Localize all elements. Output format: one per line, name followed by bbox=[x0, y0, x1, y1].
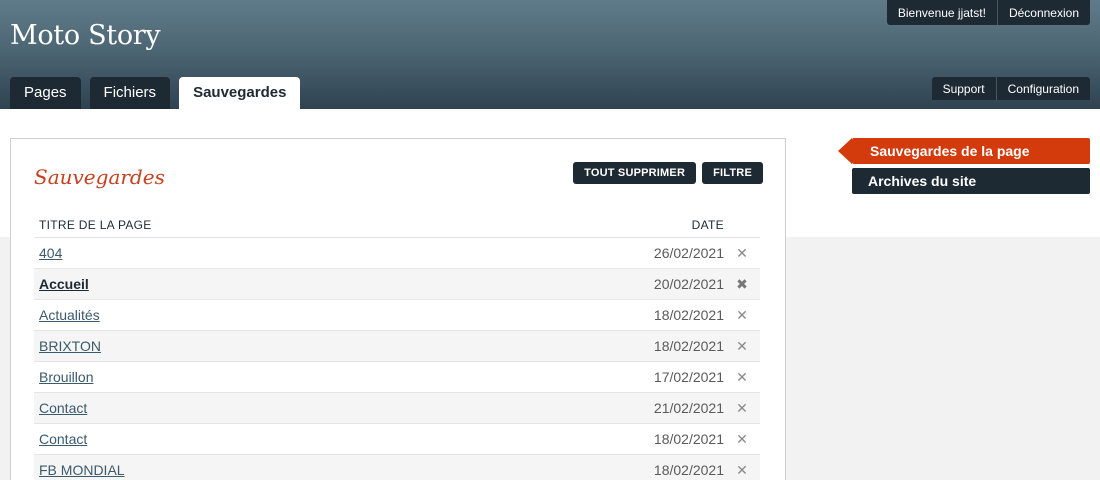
user-menu: Bienvenue jjatst! Déconnexion bbox=[886, 0, 1090, 25]
tab-fichiers[interactable]: Fichiers bbox=[89, 77, 171, 109]
page-title-link[interactable]: Accueil bbox=[34, 276, 624, 292]
backup-date: 18/02/2021 bbox=[653, 462, 724, 478]
page-title-link[interactable]: 404 bbox=[34, 245, 624, 261]
table-header: TITRE DE LA PAGE DATE bbox=[34, 212, 760, 238]
delete-all-button[interactable]: TOUT SUPPRIMER bbox=[573, 162, 697, 184]
backups-table: TITRE DE LA PAGE DATE 404 26/02/2021 ✕ A… bbox=[34, 212, 760, 480]
page-title-link[interactable]: BRIXTON bbox=[34, 338, 624, 354]
delete-icon[interactable]: ✕ bbox=[724, 338, 760, 355]
backup-date: 21/02/2021 bbox=[653, 400, 724, 416]
tab-sauvegardes[interactable]: Sauvegardes bbox=[179, 77, 301, 109]
main-tabs: Pages Fichiers Sauvegardes bbox=[10, 77, 309, 109]
configuration-link[interactable]: Configuration bbox=[995, 77, 1090, 100]
page-title-link[interactable]: FB MONDIAL bbox=[34, 462, 624, 478]
app-title: Moto Story bbox=[10, 20, 161, 51]
backup-date: 26/02/2021 bbox=[653, 245, 724, 261]
backup-date: 17/02/2021 bbox=[653, 369, 724, 385]
logout-link[interactable]: Déconnexion bbox=[996, 0, 1090, 25]
column-header-title[interactable]: TITRE DE LA PAGE bbox=[34, 218, 624, 232]
delete-icon[interactable]: ✖ bbox=[724, 276, 760, 293]
welcome-link[interactable]: Bienvenue jjatst! bbox=[887, 0, 997, 25]
panel-actions: TOUT SUPPRIMER FILTRE bbox=[567, 162, 763, 184]
filter-button[interactable]: FILTRE bbox=[702, 162, 763, 184]
backup-date: 18/02/2021 bbox=[653, 431, 724, 447]
support-link[interactable]: Support bbox=[932, 77, 996, 100]
backup-date: 18/02/2021 bbox=[653, 338, 724, 354]
table-row: Contact 18/02/2021 ✕ bbox=[34, 424, 760, 455]
side-menu: Sauvegardes de la page Archives du site bbox=[838, 138, 1090, 198]
side-item-site-archives[interactable]: Archives du site bbox=[852, 168, 1090, 194]
backups-panel: Sauvegardes TOUT SUPPRIMER FILTRE TITRE … bbox=[10, 138, 786, 480]
page-title-link[interactable]: Brouillon bbox=[34, 369, 624, 385]
delete-icon[interactable]: ✕ bbox=[724, 369, 760, 386]
table-body: 404 26/02/2021 ✕ Accueil 20/02/2021 ✖ Ac… bbox=[34, 238, 760, 480]
table-row: Brouillon 17/02/2021 ✕ bbox=[34, 362, 760, 393]
table-row: Accueil 20/02/2021 ✖ bbox=[34, 269, 760, 300]
table-row: Contact 21/02/2021 ✕ bbox=[34, 393, 760, 424]
delete-icon[interactable]: ✕ bbox=[724, 245, 760, 262]
table-row: 404 26/02/2021 ✕ bbox=[34, 238, 760, 269]
table-row: Actualités 18/02/2021 ✕ bbox=[34, 300, 760, 331]
panel-title: Sauvegardes bbox=[34, 165, 165, 189]
tab-pages[interactable]: Pages bbox=[10, 77, 81, 109]
header-bar: Moto Story Bienvenue jjatst! Déconnexion… bbox=[0, 0, 1100, 109]
backup-date: 18/02/2021 bbox=[653, 307, 724, 323]
page-title-link[interactable]: Contact bbox=[34, 400, 624, 416]
delete-icon[interactable]: ✕ bbox=[724, 431, 760, 448]
delete-icon[interactable]: ✕ bbox=[724, 462, 760, 479]
table-row: FB MONDIAL 18/02/2021 ✕ bbox=[34, 455, 760, 480]
backup-date: 20/02/2021 bbox=[653, 276, 724, 292]
table-row: BRIXTON 18/02/2021 ✕ bbox=[34, 331, 760, 362]
page-title-link[interactable]: Actualités bbox=[34, 307, 624, 323]
delete-icon[interactable]: ✕ bbox=[724, 400, 760, 417]
delete-icon[interactable]: ✕ bbox=[724, 307, 760, 324]
side-item-page-backups[interactable]: Sauvegardes de la page bbox=[838, 138, 1090, 164]
column-header-date[interactable]: DATE bbox=[624, 218, 760, 232]
help-menu: Support Configuration bbox=[931, 77, 1090, 100]
page-title-link[interactable]: Contact bbox=[34, 431, 624, 447]
